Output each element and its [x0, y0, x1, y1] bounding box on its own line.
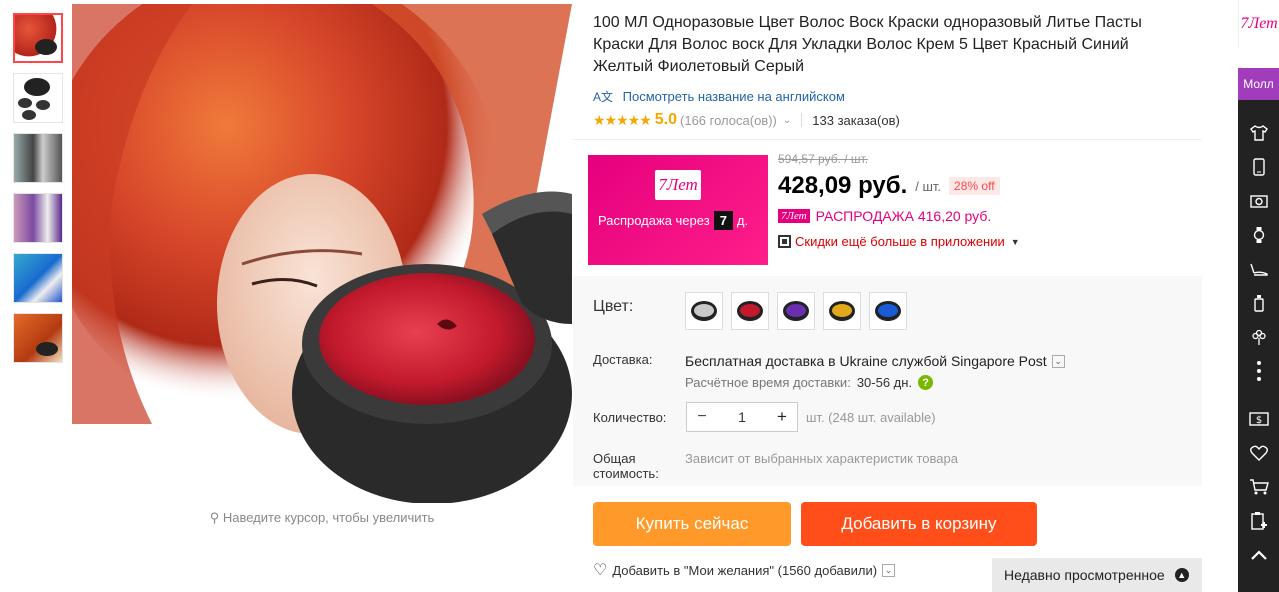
- chevron-up-circle-icon[interactable]: ▲: [1174, 568, 1189, 582]
- sidebar-mall[interactable]: Молл: [1238, 68, 1279, 100]
- cart-icon[interactable]: [1238, 470, 1279, 504]
- quantity-stepper: − 1 +: [686, 402, 798, 432]
- swatch-yellow[interactable]: [823, 292, 861, 330]
- promo-text: Распродажа через: [598, 213, 710, 228]
- promo-days-unit: д.: [736, 213, 749, 228]
- recently-viewed-text[interactable]: Недавно просмотренное: [1004, 567, 1165, 583]
- swatch-red[interactable]: [731, 292, 769, 330]
- wishlist-link[interactable]: ♡ Добавить в "Мои желания" (1560 добавил…: [593, 560, 896, 580]
- buy-now-button[interactable]: Купить сейчас: [593, 502, 791, 546]
- svg-text:$: $: [1255, 415, 1261, 426]
- clipboard-icon[interactable]: [1238, 504, 1279, 538]
- quantity-note: шт. (248 шт. available): [806, 410, 936, 425]
- promo-countdown: Распродажа через 7 д.: [598, 211, 748, 230]
- thumbnail-list: [13, 13, 63, 373]
- votes-count[interactable]: (166 голоса(ов)): [680, 113, 777, 128]
- delivery-time: Расчётное время доставки: 30-56 дн. ?: [685, 375, 934, 390]
- more-icon[interactable]: [1238, 354, 1279, 388]
- zoom-hint-text: Наведите курсор, чтобы увеличить: [222, 510, 435, 525]
- app-discount-text[interactable]: Скидки ещё больше в приложении: [795, 234, 1005, 249]
- add-to-cart-button[interactable]: Добавить в корзину: [801, 502, 1037, 546]
- thumbnail-3[interactable]: [13, 133, 63, 183]
- heart-plus-icon: ♡: [593, 562, 608, 579]
- old-price: 594,57 руб. / шт.: [778, 152, 869, 166]
- delivery-time-label: Расчётное время доставки:: [685, 375, 851, 390]
- star-icon: ★★★★★: [593, 111, 652, 128]
- promo-banner[interactable]: 7Лет Распродажа через 7 д.: [588, 155, 768, 265]
- main-product-image[interactable]: [72, 4, 572, 503]
- sale-price: РАСПРОДАЖА 416,20 руб.: [815, 208, 992, 224]
- translate-icon: A文: [593, 90, 614, 104]
- watch-icon[interactable]: [1238, 218, 1279, 252]
- thumbnail-5[interactable]: [13, 253, 63, 303]
- swatch-purple[interactable]: [777, 292, 815, 330]
- sale-logo: 7Лет: [778, 209, 810, 223]
- sale-price-row: 7Лет РАСПРОДАЖА 416,20 руб.: [778, 208, 1198, 224]
- qr-icon: [778, 235, 791, 248]
- divider: [573, 139, 1202, 140]
- sidebar-logo[interactable]: 7Лет: [1238, 0, 1279, 48]
- swatch-grey[interactable]: [685, 292, 723, 330]
- swatch-blue[interactable]: [869, 292, 907, 330]
- total-label: Общая стоимость:: [593, 451, 659, 481]
- zoom-hint: ⚲ Наведите курсор, чтобы увеличить: [72, 510, 572, 526]
- total-label-line1: Общая: [593, 451, 636, 466]
- promo-days: 7: [713, 211, 733, 230]
- color-label: Цвет:: [593, 298, 634, 315]
- price-unit: / шт.: [915, 178, 942, 194]
- orders-count: 133 заказа(ов): [812, 112, 900, 128]
- quantity-label: Количество:: [593, 410, 667, 425]
- rating-row: ★★★★★ 5.0 (166 голоса(ов)) ⌄ 133 заказа(…: [593, 111, 900, 129]
- dropdown-arrow-icon[interactable]: ▼: [1011, 237, 1020, 247]
- discount-badge: 28% off: [949, 177, 1000, 195]
- wishlist-text[interactable]: Добавить в "Мои желания" (1560 добавили): [612, 563, 877, 578]
- high-heel-icon[interactable]: [1238, 252, 1279, 286]
- current-price-row: 428,09 руб. / шт. 28% off: [778, 172, 1198, 200]
- thumbnail-1[interactable]: [13, 13, 63, 63]
- side-toolbar: 7Лет Молл $: [1238, 0, 1279, 592]
- plus-button[interactable]: +: [767, 407, 797, 427]
- bottle-icon[interactable]: [1238, 286, 1279, 320]
- translate-link[interactable]: A文 Посмотреть название на английском: [593, 88, 845, 105]
- minus-button[interactable]: −: [687, 408, 717, 426]
- app-discount[interactable]: Скидки ещё больше в приложении ▼: [778, 234, 1198, 249]
- chevron-down-icon[interactable]: ⌄: [1051, 354, 1065, 368]
- price-block: 594,57 руб. / шт. 428,09 руб. / шт. 28% …: [778, 152, 1198, 249]
- total-text: Зависит от выбранных характеристик товар…: [685, 451, 958, 466]
- delivery-text[interactable]: Бесплатная доставка в Ukraine службой Si…: [685, 353, 1047, 369]
- magnifier-icon: ⚲: [209, 510, 220, 525]
- promo-logo: 7Лет: [655, 170, 701, 200]
- tshirt-icon[interactable]: [1238, 116, 1279, 150]
- rating-value: 5.0: [654, 111, 678, 128]
- product-title: 100 МЛ Одноразовые Цвет Волос Воск Краск…: [593, 14, 1142, 75]
- phone-icon[interactable]: [1238, 150, 1279, 184]
- chevron-down-icon[interactable]: ⌄: [882, 563, 896, 577]
- camera-icon[interactable]: [1238, 184, 1279, 218]
- thumbnail-4[interactable]: [13, 193, 63, 243]
- total-label-line2: стоимость:: [593, 466, 659, 481]
- options-panel: Цвет: Доставка: Бесплатная доставка в Uk…: [573, 276, 1202, 486]
- help-icon[interactable]: ?: [918, 375, 934, 390]
- thumbnail-2[interactable]: [13, 73, 63, 123]
- current-price: 428,09 руб.: [778, 172, 908, 199]
- delivery-days: 30-56 дн.: [856, 375, 913, 390]
- flower-icon[interactable]: [1238, 320, 1279, 354]
- chevron-down-icon[interactable]: ⌄: [783, 115, 791, 126]
- quantity-input[interactable]: 1: [717, 409, 767, 425]
- delivery-method[interactable]: Бесплатная доставка в Ukraine службой Si…: [685, 353, 1065, 369]
- color-swatches: [685, 292, 915, 330]
- heart-icon[interactable]: [1238, 436, 1279, 470]
- delivery-label: Доставка:: [593, 352, 653, 367]
- scroll-top-icon[interactable]: [1238, 538, 1279, 572]
- recently-viewed-bar[interactable]: Недавно просмотренное ▲: [992, 558, 1202, 592]
- thumbnail-6[interactable]: [13, 313, 63, 363]
- translate-link-text[interactable]: Посмотреть название на английском: [623, 89, 845, 104]
- coupon-icon[interactable]: $: [1238, 402, 1279, 436]
